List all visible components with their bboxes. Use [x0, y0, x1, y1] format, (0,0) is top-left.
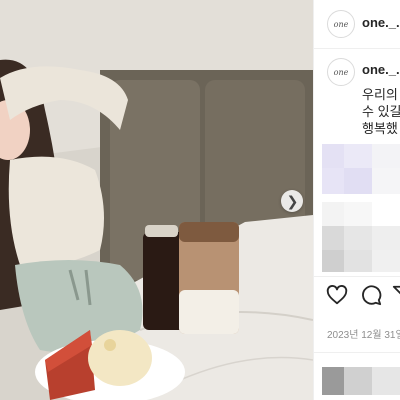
comment-blur — [372, 168, 400, 194]
post-date: 2023년 12월 31일 — [327, 330, 400, 341]
chevron-right-icon: ❯ — [286, 193, 299, 209]
comment-blur — [322, 250, 344, 272]
paper-plane-icon[interactable] — [392, 284, 400, 306]
comment-input-blur — [372, 367, 400, 395]
comment-blur — [344, 144, 372, 168]
post-photo[interactable]: ❯ — [0, 0, 313, 400]
post-actions — [314, 276, 400, 311]
comment-blur — [322, 168, 344, 194]
caption-username[interactable]: one._.d — [362, 62, 400, 77]
caption-avatar[interactable]: one — [327, 58, 355, 86]
avatar[interactable]: one — [327, 10, 355, 38]
heart-icon[interactable] — [326, 284, 348, 306]
comment-blur — [344, 168, 372, 194]
post-side-panel: one one._.d one one._.d 우리의 수 있길 행복했 — [313, 0, 400, 400]
comment-blur — [372, 226, 400, 250]
comment-blur — [344, 226, 372, 250]
caption-row: one one._.d 우리의 수 있길 행복했 — [314, 48, 400, 138]
post-header: one one._.d — [314, 0, 400, 49]
caption-text: 우리의 수 있길 행복했 — [362, 86, 400, 137]
add-comment-area — [314, 352, 400, 400]
comment-blur — [372, 144, 400, 168]
caption-avatar-label: one — [333, 67, 349, 77]
comment-icon[interactable] — [360, 284, 382, 306]
caption-line-3: 행복했 — [362, 121, 398, 136]
comment-input-blur — [322, 367, 344, 395]
avatar-label: one — [333, 19, 349, 29]
comment-input-blur — [344, 367, 372, 395]
comment-blur — [322, 144, 344, 168]
comment-blur — [344, 250, 372, 272]
comment-blur — [344, 202, 372, 226]
comment-blur — [322, 202, 344, 226]
photo-illustration — [0, 0, 313, 400]
caption-line-2: 수 있길 — [362, 104, 400, 119]
comment-blur — [372, 250, 400, 272]
username[interactable]: one._.d — [362, 15, 400, 30]
next-photo-button[interactable]: ❯ — [281, 190, 303, 212]
caption-line-1: 우리의 — [362, 87, 400, 102]
comment-blur — [322, 226, 344, 250]
